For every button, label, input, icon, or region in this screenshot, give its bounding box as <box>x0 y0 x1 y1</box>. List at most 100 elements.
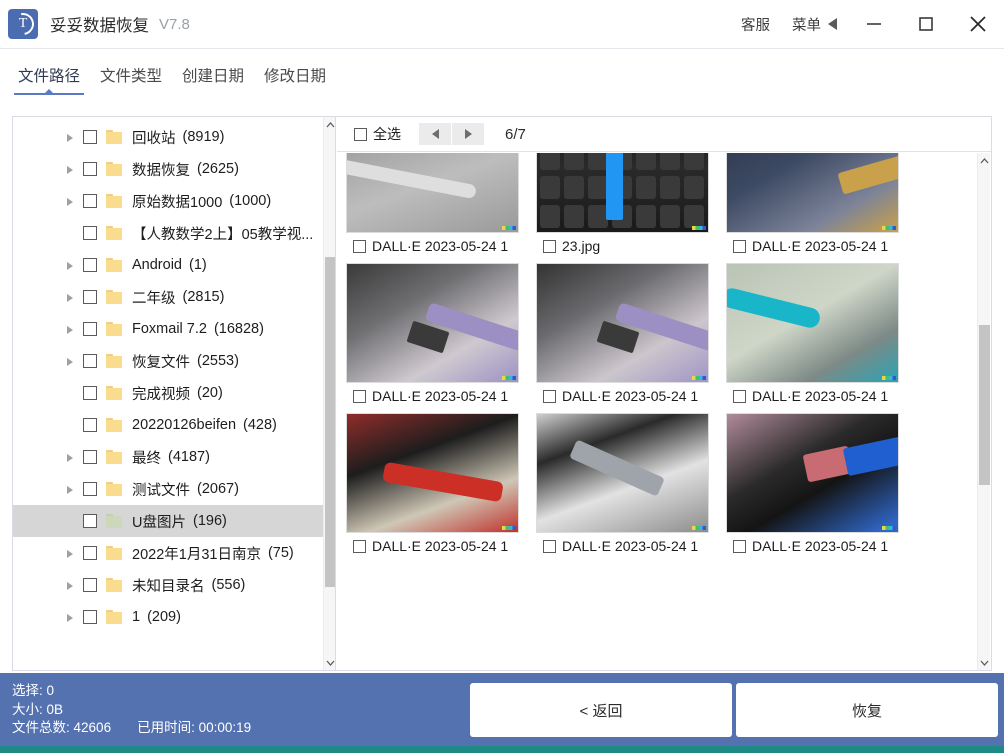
tree-item-checkbox[interactable] <box>83 386 97 400</box>
tab-file-path[interactable]: 文件路径 <box>12 61 86 95</box>
thumbnail-checkbox[interactable] <box>733 389 746 403</box>
thumbnail-image[interactable] <box>536 263 709 383</box>
menu-button[interactable]: 菜单 <box>781 8 848 40</box>
expand-arrow-icon[interactable] <box>63 323 77 336</box>
tree-item[interactable]: Foxmail 7.2 (16828) <box>13 313 323 345</box>
thumbnail-caption: DALL·E 2023-05-24 1 <box>725 383 915 409</box>
expand-arrow-icon[interactable] <box>63 579 77 592</box>
thumbnail-tile[interactable]: DALL·E 2023-05-24 1 <box>345 263 535 409</box>
customer-service-button[interactable]: 客服 <box>730 8 781 40</box>
tree-item[interactable]: 数据恢复 (2625) <box>13 153 323 185</box>
thumbnail-image[interactable] <box>536 153 709 233</box>
expand-arrow-icon[interactable] <box>63 451 77 464</box>
thumbnail-image[interactable] <box>536 413 709 533</box>
back-button[interactable]: < 返回 <box>470 683 732 737</box>
tree-item-checkbox[interactable] <box>83 226 97 240</box>
tree-item[interactable]: 1 (209) <box>13 601 323 633</box>
thumbnail-tile[interactable]: DALL·E 2023-05-24 1 <box>535 413 725 559</box>
thumbnail-image[interactable] <box>726 153 899 233</box>
tree-item[interactable]: 原始数据1000 (1000) <box>13 185 323 217</box>
tree-item-checkbox[interactable] <box>83 130 97 144</box>
expand-arrow-icon[interactable] <box>63 611 77 624</box>
tree-item[interactable]: 恢复文件 (2553) <box>13 345 323 377</box>
thumbnail-checkbox[interactable] <box>543 239 556 253</box>
thumbnail-image[interactable] <box>346 413 519 533</box>
tree-item[interactable]: 【人教数学2上】05教学视... <box>13 217 323 249</box>
expand-arrow-icon[interactable] <box>63 291 77 304</box>
expand-arrow-icon[interactable] <box>63 547 77 560</box>
tree-item-checkbox[interactable] <box>83 290 97 304</box>
expand-arrow-icon[interactable] <box>63 259 77 272</box>
tab-modify-date[interactable]: 修改日期 <box>258 61 332 89</box>
tree-item-checkbox[interactable] <box>83 610 97 624</box>
thumbnail-checkbox[interactable] <box>543 539 556 553</box>
tree-item-checkbox[interactable] <box>83 194 97 208</box>
expand-arrow-icon[interactable] <box>63 355 77 368</box>
preview-scrollbar[interactable] <box>977 153 990 670</box>
tree-item-count: (2815) <box>182 289 225 305</box>
tree-item[interactable]: Android (1) <box>13 249 323 281</box>
tree-item-checkbox[interactable] <box>83 354 97 368</box>
maximize-button[interactable] <box>900 0 952 48</box>
tree-scroll-thumb[interactable] <box>325 257 335 587</box>
tree-item-checkbox[interactable] <box>83 322 97 336</box>
thumbnail-tile[interactable]: DALL·E 2023-05-24 1 <box>725 263 915 409</box>
thumbnail-tile[interactable]: DALL·E 2023-05-24 1 <box>725 413 915 559</box>
tree-item[interactable]: 最终 (4187) <box>13 441 323 473</box>
tree-item-checkbox[interactable] <box>83 514 97 528</box>
thumbnail-image[interactable] <box>726 263 899 383</box>
preview-scroll-down-button[interactable] <box>978 655 991 670</box>
tree-item-checkbox[interactable] <box>83 578 97 592</box>
tree-item-checkbox[interactable] <box>83 450 97 464</box>
expand-arrow-icon[interactable] <box>63 195 77 208</box>
tree-scrollbar[interactable] <box>323 117 335 670</box>
tree-item[interactable]: 测试文件 (2067) <box>13 473 323 505</box>
thumbnail-image[interactable] <box>726 413 899 533</box>
thumbnail-tile[interactable]: DALL·E 2023-05-24 1 <box>725 153 915 259</box>
tab-file-type[interactable]: 文件类型 <box>94 61 168 89</box>
expand-arrow-icon[interactable] <box>63 483 77 496</box>
tree-item-checkbox[interactable] <box>83 258 97 272</box>
thumbnail-tile[interactable]: 23.jpg <box>535 153 725 259</box>
next-page-button[interactable] <box>452 123 485 145</box>
tree-item[interactable]: 2022年1月31日南京 (75) <box>13 537 323 569</box>
prev-page-button[interactable] <box>419 123 452 145</box>
select-all-control[interactable]: 全选 <box>348 124 401 144</box>
tree-item[interactable]: 20220126beifen (428) <box>13 409 323 441</box>
thumbnail-checkbox[interactable] <box>353 539 366 553</box>
minimize-button[interactable] <box>848 0 900 48</box>
thumbnail-image[interactable] <box>346 263 519 383</box>
tree-item-checkbox[interactable] <box>83 162 97 176</box>
thumbnail-tile[interactable]: DALL·E 2023-05-24 1 <box>535 263 725 409</box>
thumbnail-checkbox[interactable] <box>733 239 746 253</box>
thumbnail-tile[interactable]: DALL·E 2023-05-24 1 <box>345 153 535 259</box>
tree-item[interactable]: 完成视频 (20) <box>13 377 323 409</box>
tree-item-checkbox[interactable] <box>83 546 97 560</box>
thumbnail-tile[interactable]: DALL·E 2023-05-24 1 <box>345 413 535 559</box>
thumbnail-image[interactable] <box>346 153 519 233</box>
color-swatch-marker <box>882 376 896 380</box>
tree-item-label: 未知目录名 <box>132 578 205 595</box>
select-all-checkbox[interactable] <box>354 127 367 141</box>
tree-scroll-down-button[interactable] <box>324 655 335 670</box>
tree-item-checkbox[interactable] <box>83 418 97 432</box>
color-swatch-marker <box>882 526 896 530</box>
tree-item[interactable]: 回收站 (8919) <box>13 121 323 153</box>
tree-item-checkbox[interactable] <box>83 482 97 496</box>
thumbnail-checkbox[interactable] <box>543 389 556 403</box>
tab-create-date[interactable]: 创建日期 <box>176 61 250 89</box>
tree-item[interactable]: 二年级 (2815) <box>13 281 323 313</box>
tree-item-label: Foxmail 7.2 <box>132 321 207 337</box>
expand-arrow-icon[interactable] <box>63 163 77 176</box>
thumbnail-checkbox[interactable] <box>733 539 746 553</box>
tree-scroll-up-button[interactable] <box>324 117 335 132</box>
tree-item[interactable]: 未知目录名 (556) <box>13 569 323 601</box>
recover-button[interactable]: 恢复 <box>736 683 998 737</box>
expand-arrow-icon[interactable] <box>63 131 77 144</box>
close-button[interactable] <box>952 0 1004 48</box>
tree-item[interactable]: U盘图片 (196) <box>13 505 323 537</box>
preview-scroll-up-button[interactable] <box>978 153 991 168</box>
thumbnail-checkbox[interactable] <box>353 389 366 403</box>
preview-scroll-thumb[interactable] <box>979 325 990 485</box>
thumbnail-checkbox[interactable] <box>353 239 366 253</box>
